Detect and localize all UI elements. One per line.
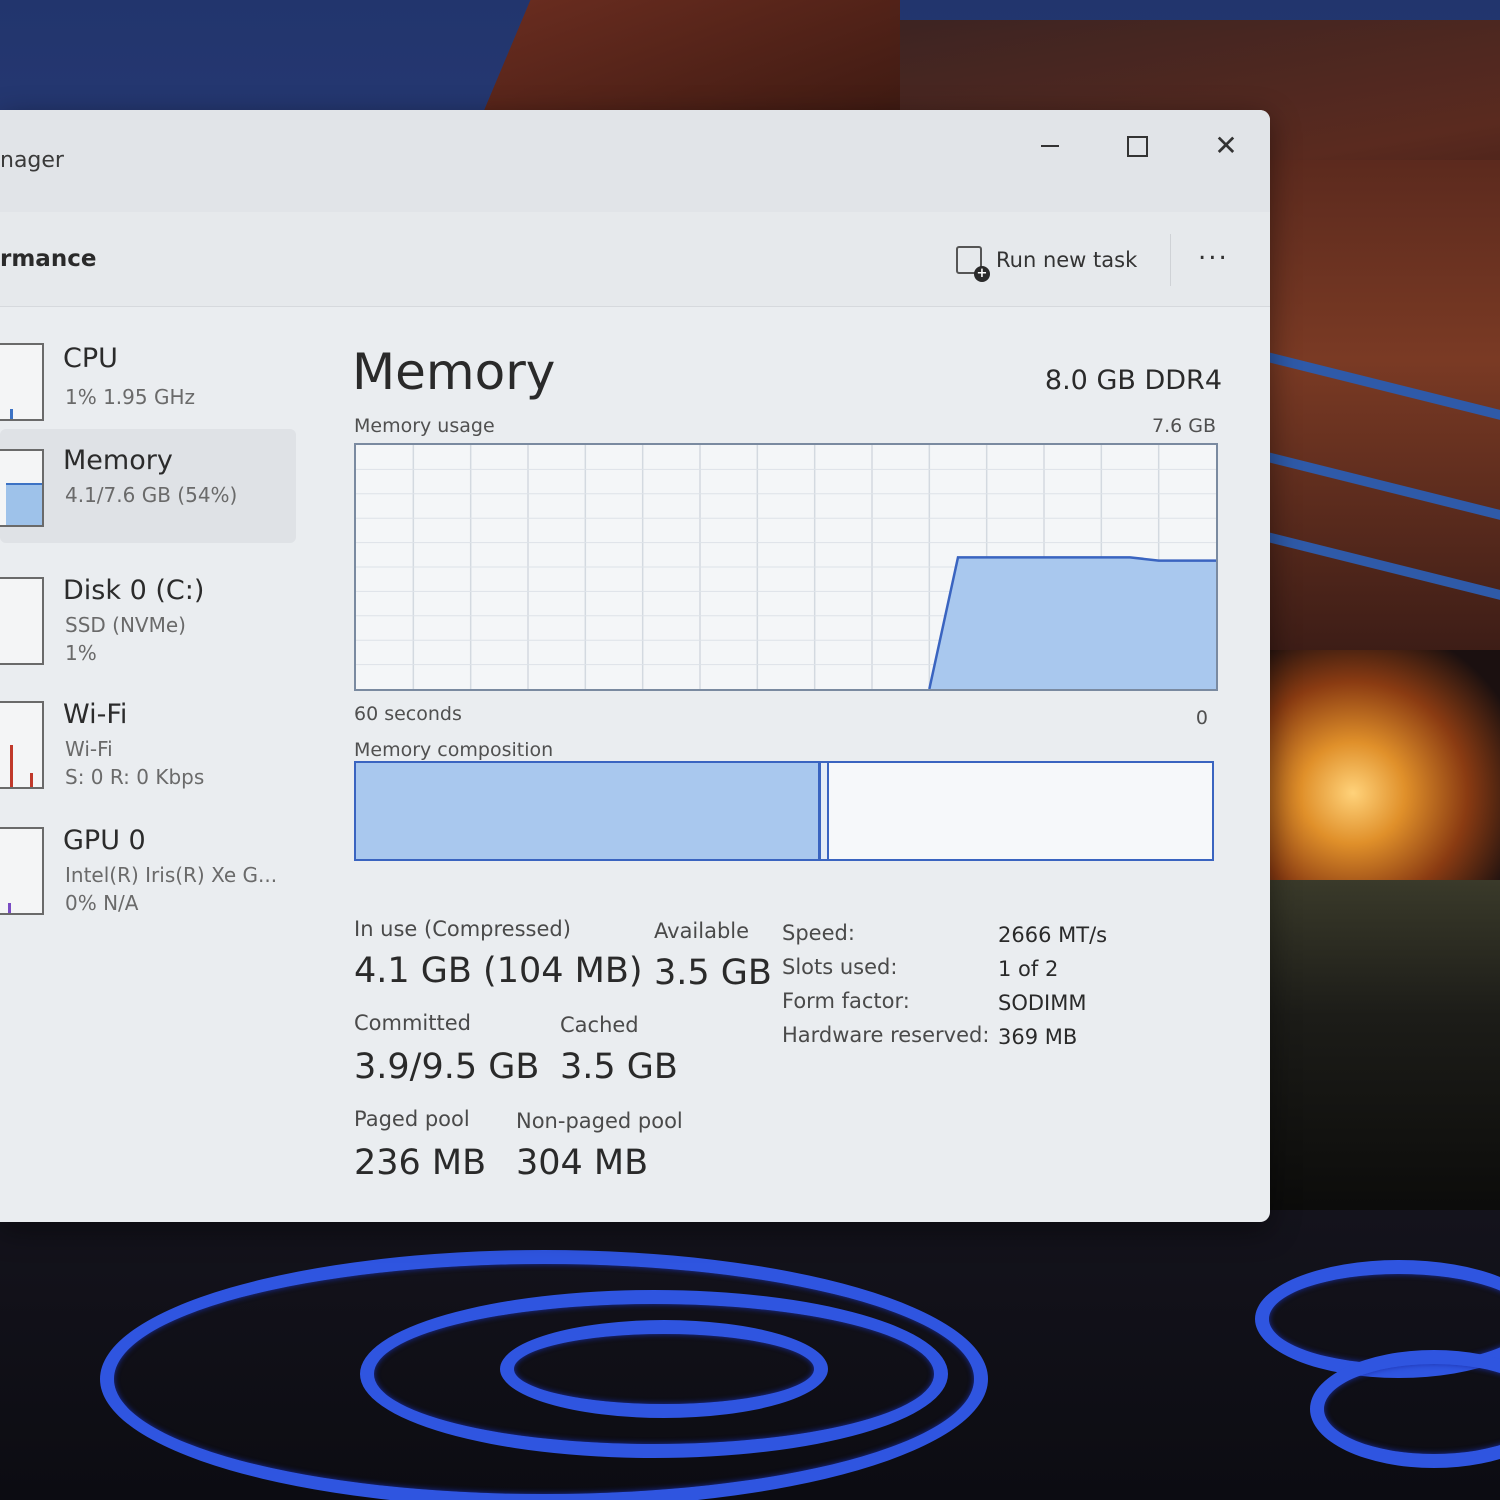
speed-value: 2666 MT/s <box>998 923 1108 947</box>
disk-thumbnail-graph <box>0 577 44 665</box>
sidebar-item-name: CPU <box>63 343 118 374</box>
app-title: nager <box>0 148 64 173</box>
sidebar-item-wifi[interactable]: Wi-Fi Wi-Fi S: 0 R: 0 Kbps <box>0 673 296 791</box>
sidebar-item-detail: 4.1/7.6 GB (54%) <box>65 483 238 507</box>
wallpaper-floor <box>1250 880 1500 1220</box>
modified-segment <box>821 763 830 859</box>
wallpaper-lake <box>0 1210 1500 1500</box>
hardware-reserved-value: 369 MB <box>998 1025 1078 1049</box>
run-task-icon <box>956 246 990 282</box>
command-bar: rmance Run new task ... <box>0 212 1270 307</box>
memory-spec: 8.0 GB DDR4 <box>1044 365 1222 396</box>
sidebar-item-name: GPU 0 <box>63 825 146 856</box>
non-paged-pool-value: 304 MB <box>516 1143 649 1183</box>
memory-usage-label: Memory usage <box>354 415 495 437</box>
wifi-usage-spike <box>10 745 13 787</box>
form-factor-key: Form factor: <box>782 989 910 1013</box>
task-manager-window: nager ✕ rmance Run new task ... CPU 1% 1… <box>0 110 1270 1222</box>
committed-label: Committed <box>354 1011 471 1035</box>
sidebar-item-name: Disk 0 (C:) <box>63 575 205 606</box>
memory-usage-fill <box>6 483 42 525</box>
sidebar-item-disk[interactable]: Disk 0 (C:) SSD (NVMe) 1% <box>0 549 296 667</box>
slots-used-key: Slots used: <box>782 955 898 979</box>
graph-axis-left: 60 seconds <box>354 703 462 725</box>
slots-used-value: 1 of 2 <box>998 957 1059 981</box>
run-new-task-label: Run new task <box>996 248 1138 272</box>
cpu-usage-spike <box>10 409 13 419</box>
panel-title: Memory <box>352 343 556 401</box>
sidebar-item-detail: 0% N/A <box>65 891 139 915</box>
page-title: rmance <box>0 246 97 272</box>
wallpaper-spiral <box>500 1320 828 1418</box>
memory-thumbnail-graph <box>0 449 44 527</box>
sidebar-item-detail: S: 0 R: 0 Kbps <box>65 765 205 789</box>
sidebar-item-cpu[interactable]: CPU 1% 1.95 GHz <box>0 315 296 427</box>
maximize-button[interactable] <box>1107 122 1167 170</box>
in-use-label: In use (Compressed) <box>354 917 571 941</box>
sidebar-item-detail: Wi-Fi <box>65 737 113 761</box>
memory-usage-graph <box>354 443 1218 691</box>
run-new-task-button[interactable]: Run new task <box>956 240 1138 282</box>
paged-pool-value: 236 MB <box>354 1143 487 1183</box>
gpu-thumbnail-graph <box>0 827 44 915</box>
title-bar[interactable]: nager ✕ <box>0 110 1270 212</box>
sidebar-item-detail: 1% 1.95 GHz <box>65 385 196 409</box>
cached-label: Cached <box>560 1013 639 1037</box>
divider <box>1170 234 1171 286</box>
sidebar-item-gpu[interactable]: GPU 0 Intel(R) Iris(R) Xe G... 0% N/A <box>0 797 296 915</box>
wallpaper-roof <box>480 0 900 120</box>
gpu-usage-spike <box>8 903 11 913</box>
memory-composition-label: Memory composition <box>354 739 554 761</box>
cpu-thumbnail-graph <box>0 343 44 421</box>
sidebar-item-memory[interactable]: Memory 4.1/7.6 GB (54%) <box>0 429 296 543</box>
minimize-icon <box>1041 145 1059 147</box>
wifi-thumbnail-graph <box>0 701 44 789</box>
wallpaper-temple-lights <box>1255 650 1500 910</box>
sidebar-item-detail: 1% <box>65 641 97 665</box>
sidebar-item-name: Wi-Fi <box>63 699 128 730</box>
memory-composition-bar <box>354 761 1214 861</box>
memory-usage-chart <box>356 445 1216 689</box>
resource-list: CPU 1% 1.95 GHz Memory 4.1/7.6 GB (54%) … <box>0 307 300 1207</box>
speed-key: Speed: <box>782 921 855 945</box>
more-options-button[interactable]: ... <box>1198 236 1229 266</box>
in-use-segment <box>356 763 822 859</box>
form-factor-value: SODIMM <box>998 991 1087 1015</box>
hardware-reserved-key: Hardware reserved: <box>782 1023 990 1047</box>
close-icon: ✕ <box>1214 129 1238 162</box>
close-button[interactable]: ✕ <box>1196 122 1256 170</box>
memory-usage-area <box>929 557 1216 689</box>
available-value: 3.5 GB <box>654 953 772 993</box>
sidebar-item-detail: SSD (NVMe) <box>65 613 186 637</box>
non-paged-pool-label: Non-paged pool <box>516 1109 683 1133</box>
available-label: Available <box>654 919 750 943</box>
sidebar-item-detail: Intel(R) Iris(R) Xe G... <box>65 863 278 887</box>
graph-axis-right: 0 <box>1195 707 1208 729</box>
cached-value: 3.5 GB <box>560 1047 678 1087</box>
paged-pool-label: Paged pool <box>354 1107 470 1131</box>
memory-usage-max: 7.6 GB <box>1151 415 1216 437</box>
sidebar-item-name: Memory <box>63 445 173 476</box>
committed-value: 3.9/9.5 GB <box>354 1047 540 1087</box>
in-use-value: 4.1 GB (104 MB) <box>354 951 643 991</box>
maximize-icon <box>1126 135 1148 157</box>
wifi-usage-spike <box>30 773 33 787</box>
minimize-button[interactable] <box>1020 122 1080 170</box>
